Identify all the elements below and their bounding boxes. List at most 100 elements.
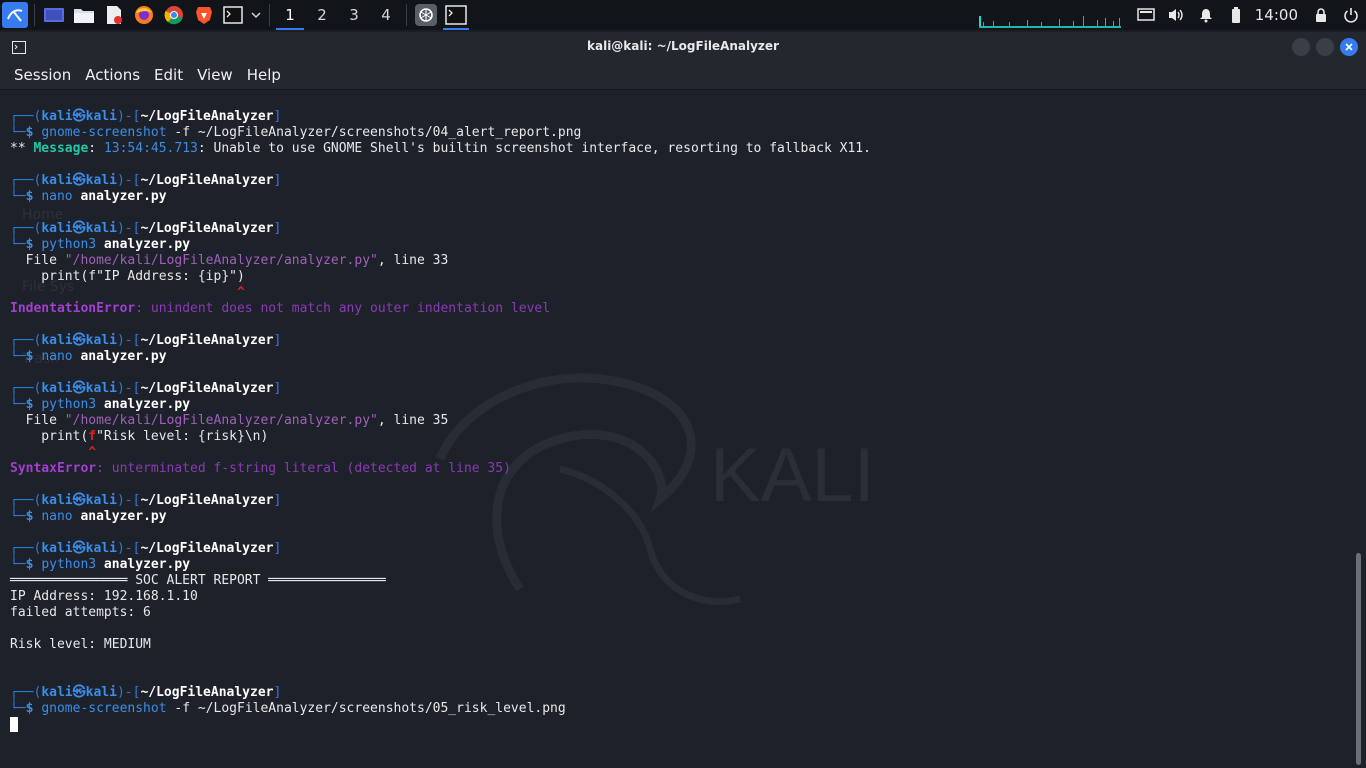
command-name: gnome-screenshot [41, 125, 167, 140]
menu-bar: Session Actions Edit View Help [0, 60, 1366, 90]
prompt-bracket: ] [273, 109, 282, 124]
prompt-host: kali [85, 173, 117, 188]
traceback-code: print( [10, 429, 89, 444]
message-label: Message [33, 141, 89, 156]
command-name: python3 [41, 557, 97, 572]
scrollbar-thumb[interactable] [1356, 553, 1361, 765]
prompt-bracket: ┌──( [10, 173, 42, 188]
system-tray: 14:00 [978, 0, 1366, 30]
traceback-file-line: File "/home/kali/LogFileAnalyzer/analyze… [10, 413, 871, 429]
prompt-at-symbol: ㉿ [72, 173, 86, 188]
prompt-header: ┌──(kali㉿kali)-[~/LogFileAnalyzer] [10, 173, 871, 189]
program-output-text: failed attempts: 6 [10, 605, 151, 620]
program-output-line: failed attempts: 6 [10, 605, 871, 621]
prompt-at-symbol: ㉿ [72, 221, 86, 236]
prompt-corner: └─ [10, 557, 26, 572]
workspace-3[interactable]: 3 [338, 0, 370, 30]
prompt-corner: └─ [10, 509, 26, 524]
chrome-icon[interactable] [161, 2, 187, 28]
minimize-button[interactable] [1292, 38, 1310, 56]
prompt-bracket: ] [273, 173, 282, 188]
firefox-icon[interactable] [131, 2, 157, 28]
menu-help[interactable]: Help [240, 66, 288, 84]
command-args: analyzer.py [96, 237, 191, 252]
kali-menu-icon[interactable] [2, 2, 28, 28]
command-line: └─$ gnome-screenshot -f ~/LogFileAnalyze… [10, 125, 871, 141]
traceback-path: "/home/kali/LogFileAnalyzer/analyzer.py" [64, 253, 378, 268]
workspace-4[interactable]: 4 [370, 0, 402, 30]
traceback-line-number: , line 35 [377, 413, 449, 428]
brave-icon[interactable] [191, 2, 217, 28]
command-args: analyzer.py [72, 349, 167, 364]
command-line: └─$ nano analyzer.py [10, 349, 871, 365]
window-title: kali@kali: ~/LogFileAnalyzer [587, 39, 779, 53]
panel-separator [34, 4, 35, 26]
prompt-header: ┌──(kali㉿kali)-[~/LogFileAnalyzer] [10, 541, 871, 557]
openai-task-icon[interactable] [411, 0, 441, 30]
command-args: -f ~/LogFileAnalyzer/screenshots/05_risk… [166, 701, 566, 716]
error-line: SyntaxError: unterminated f-string liter… [10, 461, 871, 477]
chevron-down-icon[interactable] [249, 2, 263, 28]
terminal-scrollbar[interactable] [1353, 91, 1366, 768]
prompt-bracket: ┌──( [10, 541, 42, 556]
prompt-at-symbol: ㉿ [72, 685, 86, 700]
traceback-code-line: print(f"Risk level: {risk}\n) [10, 429, 871, 445]
prompt-bracket: ┌──( [10, 333, 42, 348]
desktop-icon[interactable] [41, 2, 67, 28]
prompt-header: ┌──(kali㉿kali)-[~/LogFileAnalyzer] [10, 333, 871, 349]
display-icon[interactable] [1131, 0, 1161, 30]
menu-session[interactable]: Session [7, 66, 78, 84]
traceback-code: "Risk level: {risk}\n) [96, 429, 269, 444]
prompt-host: kali [85, 333, 117, 348]
volume-icon[interactable] [1161, 0, 1191, 30]
command-args: analyzer.py [96, 557, 191, 572]
prompt-host: kali [85, 493, 117, 508]
prompt-at-symbol: ㉿ [72, 541, 86, 556]
prompt-bracket: )-[ [116, 541, 141, 556]
prompt-bracket: ] [273, 381, 282, 396]
panel-separator [406, 4, 407, 26]
traceback-label: File [10, 253, 65, 268]
traceback-caret: ^ [10, 285, 245, 300]
lock-icon[interactable] [1306, 0, 1336, 30]
text-editor-icon[interactable] [101, 2, 127, 28]
window-titlebar[interactable]: kali@kali: ~/LogFileAnalyzer [0, 32, 1366, 60]
prompt-bracket: ┌──( [10, 109, 42, 124]
program-output-text: ═══════════════ SOC ALERT REPORT ═══════… [10, 573, 386, 588]
prompt-bracket: ] [273, 541, 282, 556]
prompt-path: ~/LogFileAnalyzer [140, 541, 274, 556]
command-args: analyzer.py [72, 189, 167, 204]
battery-icon[interactable] [1221, 0, 1251, 30]
terminal-output[interactable]: Home File Sys Trash KALI ┌──(kali㉿kali)-… [0, 91, 1350, 768]
workspace-2[interactable]: 2 [306, 0, 338, 30]
prompt-bracket: )-[ [116, 173, 141, 188]
power-icon[interactable] [1336, 0, 1366, 30]
prompt-at-symbol: ㉿ [72, 493, 86, 508]
command-args: -f ~/LogFileAnalyzer/screenshots/04_aler… [166, 125, 582, 140]
top-panel: 1 2 3 4 14:00 [0, 0, 1366, 30]
notifications-bell-icon[interactable] [1191, 0, 1221, 30]
command-line: └─$ nano analyzer.py [10, 189, 871, 205]
program-output-line: Risk level: MEDIUM [10, 637, 871, 653]
menu-edit[interactable]: Edit [147, 66, 190, 84]
prompt-path: ~/LogFileAnalyzer [140, 685, 274, 700]
prompt-bracket: ] [273, 493, 282, 508]
prompt-bracket: )-[ [116, 381, 141, 396]
workspace-1[interactable]: 1 [274, 0, 306, 30]
terminal-app-icon[interactable] [221, 2, 245, 28]
menu-actions[interactable]: Actions [78, 66, 147, 84]
command-name: nano [41, 189, 73, 204]
files-icon[interactable] [71, 2, 97, 28]
clock[interactable]: 14:00 [1255, 6, 1298, 24]
text-cursor [10, 717, 18, 732]
menu-view[interactable]: View [190, 66, 240, 84]
maximize-button[interactable] [1316, 38, 1334, 56]
error-line: IndentationError: unindent does not matc… [10, 301, 871, 317]
terminal-task-icon[interactable] [441, 0, 471, 30]
error-type: SyntaxError [10, 461, 97, 476]
prompt-header: ┌──(kali㉿kali)-[~/LogFileAnalyzer] [10, 493, 871, 509]
close-button[interactable] [1340, 38, 1358, 56]
prompt-path: ~/LogFileAnalyzer [140, 381, 274, 396]
